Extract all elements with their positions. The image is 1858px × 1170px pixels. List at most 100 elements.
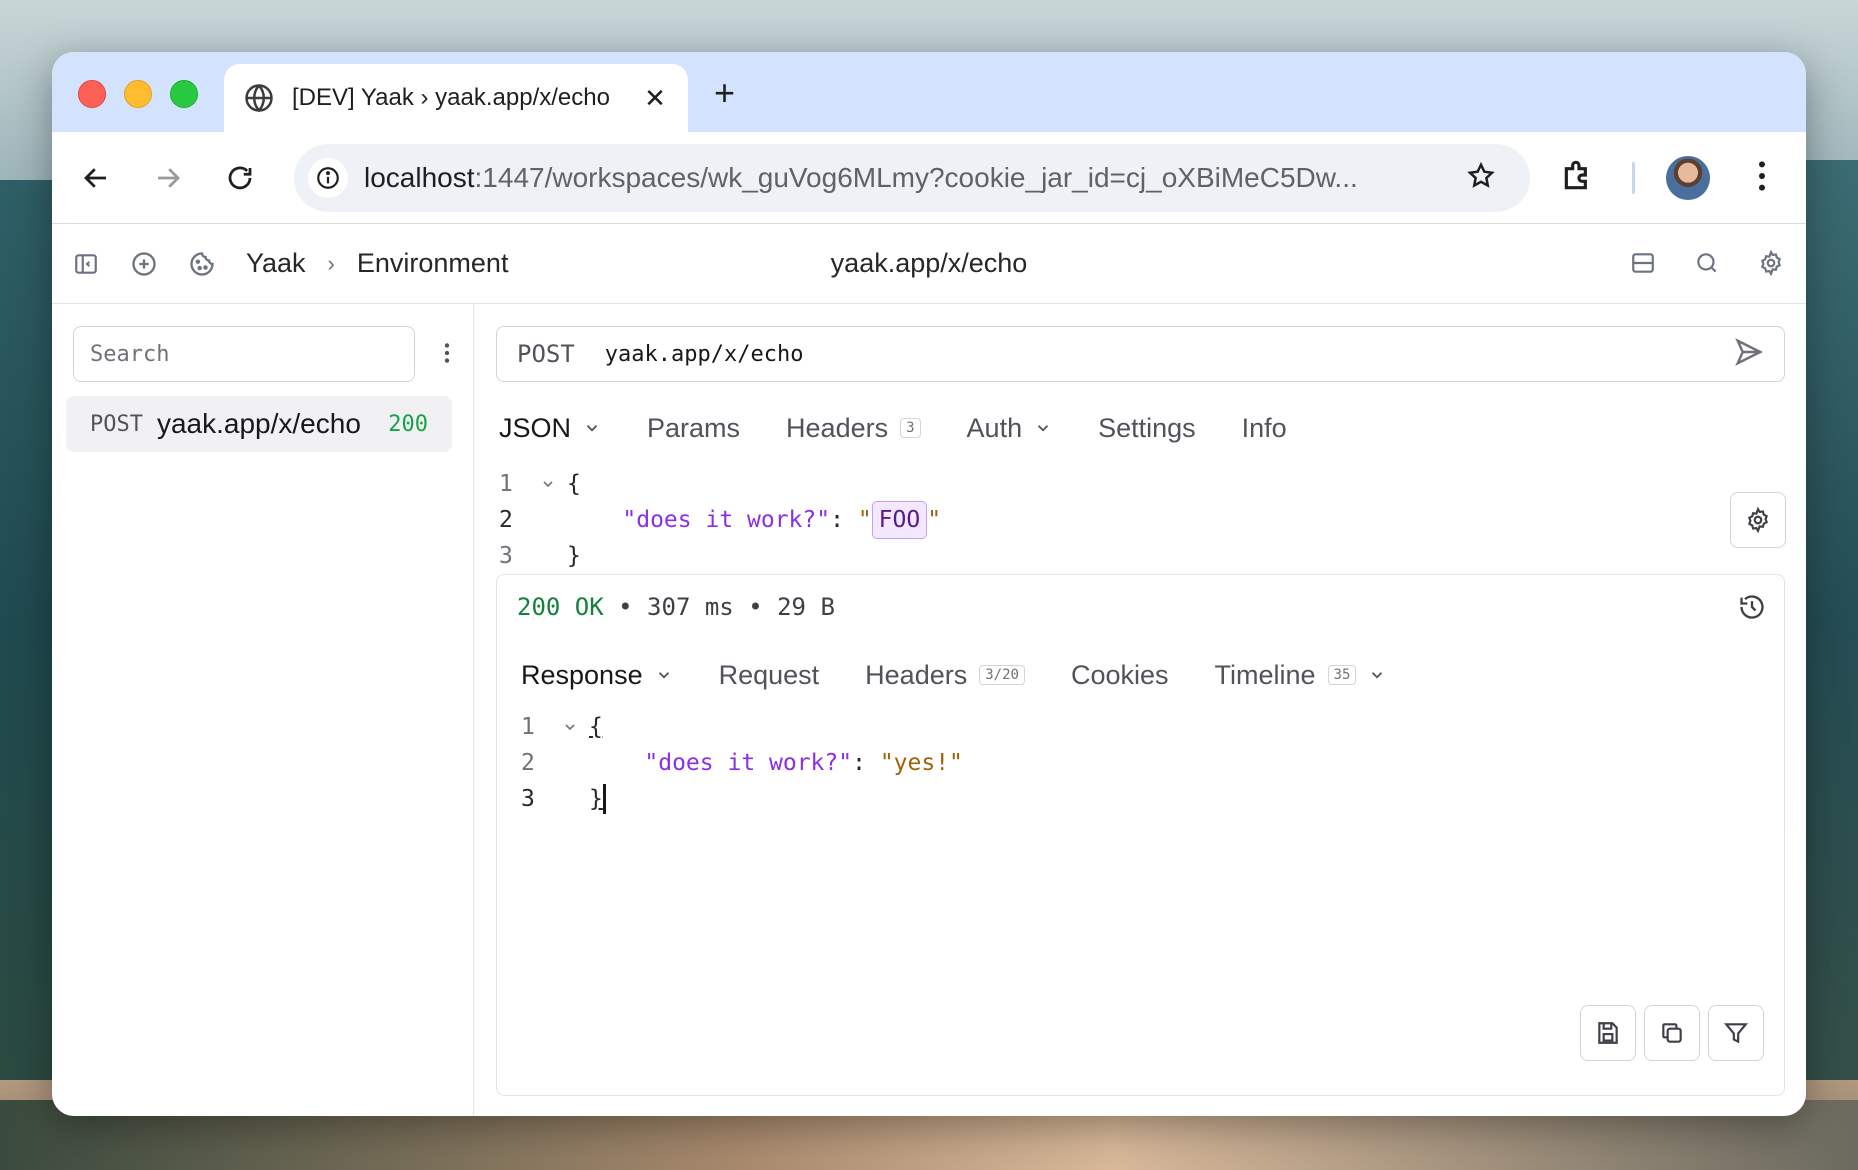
tab-strip: [DEV] Yaak › yaak.app/x/echo ✕ + (52, 52, 1806, 132)
minimize-window-button[interactable] (124, 80, 152, 108)
layout-icon[interactable] (1628, 248, 1658, 278)
response-meta: • 307 ms • 29 B (603, 593, 835, 621)
close-tab-icon[interactable]: ✕ (642, 83, 668, 114)
response-status: 200 OK • 307 ms • 29 B (517, 593, 835, 621)
chevron-down-icon (1368, 666, 1386, 684)
new-tab-button[interactable]: + (714, 72, 735, 114)
back-arrow-icon[interactable] (74, 156, 118, 200)
maximize-window-button[interactable] (170, 80, 198, 108)
header-actions (1628, 248, 1786, 278)
address-bar[interactable]: localhost:1447/workspaces/wk_guVog6MLmy?… (294, 144, 1530, 212)
code-line: 2 "does it work?": "yes!" (521, 745, 963, 781)
line-number: 1 (521, 714, 535, 740)
filter-icon[interactable] (1708, 1005, 1764, 1061)
toolbar-divider (1632, 162, 1635, 194)
close-window-button[interactable] (78, 80, 106, 108)
tab-headers[interactable]: Headers 3 (786, 413, 921, 444)
cookie-icon[interactable] (188, 250, 216, 278)
url-input[interactable]: yaak.app/x/echo (605, 342, 1734, 367)
request-url-bar[interactable]: POST yaak.app/x/echo (496, 326, 1785, 382)
request-pane: POST yaak.app/x/echo JSON Params Headers… (475, 304, 1806, 1116)
request-title: yaak.app/x/echo (830, 248, 1028, 278)
send-icon[interactable] (1734, 337, 1764, 371)
browser-window: [DEV] Yaak › yaak.app/x/echo ✕ + localho… (52, 52, 1806, 1116)
sidebar-more-icon[interactable] (434, 340, 460, 371)
tab-settings[interactable]: Settings (1098, 413, 1196, 444)
code-line: 1 { (499, 466, 941, 502)
save-icon[interactable] (1580, 1005, 1636, 1061)
tab-info[interactable]: Info (1242, 413, 1287, 444)
tab-body[interactable]: JSON (499, 413, 601, 444)
chevron-down-icon (583, 419, 601, 437)
sidebar-request-item[interactable]: POST yaak.app/x/echo 200 (66, 396, 452, 452)
line-number: 2 (499, 507, 513, 533)
tab-response-headers-label: Headers (865, 659, 968, 690)
background-trees-right (1798, 160, 1858, 1080)
fold-chevron-icon[interactable] (529, 476, 567, 492)
gear-icon[interactable] (1756, 248, 1786, 278)
address-url[interactable]: localhost:1447/workspaces/wk_guVog6MLmy?… (364, 162, 1466, 194)
code-line: 2 "does it work?": " FOO " (499, 501, 942, 539)
code-line: 1 { (521, 709, 963, 745)
profile-avatar[interactable] (1666, 156, 1710, 200)
tab-request[interactable]: Request (719, 660, 820, 691)
json-colon: : (830, 507, 858, 533)
environment-selector[interactable]: Environment (357, 248, 509, 279)
json-quote: " (927, 507, 942, 533)
response-body-viewer[interactable]: 1 { 2 "does it work?": "yes!" 3 } (521, 709, 963, 817)
response-tabs: Response Request Headers 3/20 Cookies Tim… (521, 651, 1432, 699)
add-plus-icon[interactable] (130, 250, 158, 278)
json-colon: : (852, 750, 880, 776)
json-value: "yes!" (879, 750, 963, 776)
tab-response-headers[interactable]: Headers 3/20 (865, 660, 1025, 691)
tab-timeline[interactable]: Timeline 35 (1215, 660, 1387, 691)
history-icon[interactable] (1738, 593, 1766, 626)
json-brace: } (589, 786, 603, 812)
extensions-puzzle-icon[interactable] (1560, 156, 1598, 199)
request-url-label: yaak.app/x/echo (156, 408, 361, 439)
method-selector[interactable]: POST (517, 340, 575, 368)
reload-icon[interactable] (218, 156, 262, 200)
tab-auth[interactable]: Auth (967, 413, 1053, 444)
request-tabs: JSON Params Headers 3 Auth Settings Info (499, 404, 1333, 452)
request-body-editor[interactable]: 1 { 2 "does it work?": " FOO " 3 } (499, 466, 941, 574)
forward-arrow-icon[interactable] (146, 156, 190, 200)
tab-body-label: JSON (499, 412, 572, 443)
tab-response[interactable]: Response (521, 660, 673, 691)
code-line: 3 } (499, 538, 941, 574)
chevron-down-icon (1034, 419, 1052, 437)
text-cursor (602, 784, 606, 814)
timeline-count-badge: 35 (1327, 665, 1357, 685)
browser-tab[interactable]: [DEV] Yaak › yaak.app/x/echo ✕ (224, 64, 688, 132)
browser-menu-icon[interactable] (1742, 156, 1782, 201)
globe-icon (244, 83, 274, 113)
line-number: 3 (521, 786, 535, 812)
window-controls (78, 80, 198, 108)
sidebar-search-input[interactable]: Search (73, 326, 415, 382)
editor-settings-button[interactable] (1730, 492, 1786, 548)
workspace-selector[interactable]: Yaak (246, 248, 306, 279)
response-headers-count-badge: 3/20 (979, 665, 1025, 685)
bookmark-star-icon[interactable] (1466, 161, 1506, 196)
line-number: 1 (499, 471, 513, 497)
search-icon[interactable] (1692, 248, 1722, 278)
code-line: 3 } (521, 781, 963, 817)
headers-count-badge: 3 (900, 418, 921, 438)
site-info-icon[interactable] (308, 158, 348, 198)
fold-chevron-icon[interactable] (551, 719, 589, 735)
app-header: Yaak › Environment yaak.app/x/echo (52, 224, 1806, 304)
browser-toolbar: localhost:1447/workspaces/wk_guVog6MLmy?… (52, 132, 1806, 224)
template-variable-chip[interactable]: FOO (871, 501, 928, 539)
sidebar: Search POST yaak.app/x/echo 200 (52, 304, 474, 1116)
app-body: Search POST yaak.app/x/echo 200 POST yaa… (52, 304, 1806, 1116)
tab-cookies[interactable]: Cookies (1071, 660, 1169, 691)
url-host: localhost (364, 162, 475, 193)
toggle-sidebar-icon[interactable] (72, 250, 100, 278)
gear-icon (1747, 507, 1769, 533)
chevron-down-icon (655, 666, 673, 684)
tab-params[interactable]: Params (647, 413, 740, 444)
copy-icon[interactable] (1644, 1005, 1700, 1061)
response-pane: 200 OK • 307 ms • 29 B Response Request … (496, 574, 1785, 1096)
response-actions (1580, 1005, 1764, 1061)
chevron-right-icon: › (327, 250, 335, 276)
